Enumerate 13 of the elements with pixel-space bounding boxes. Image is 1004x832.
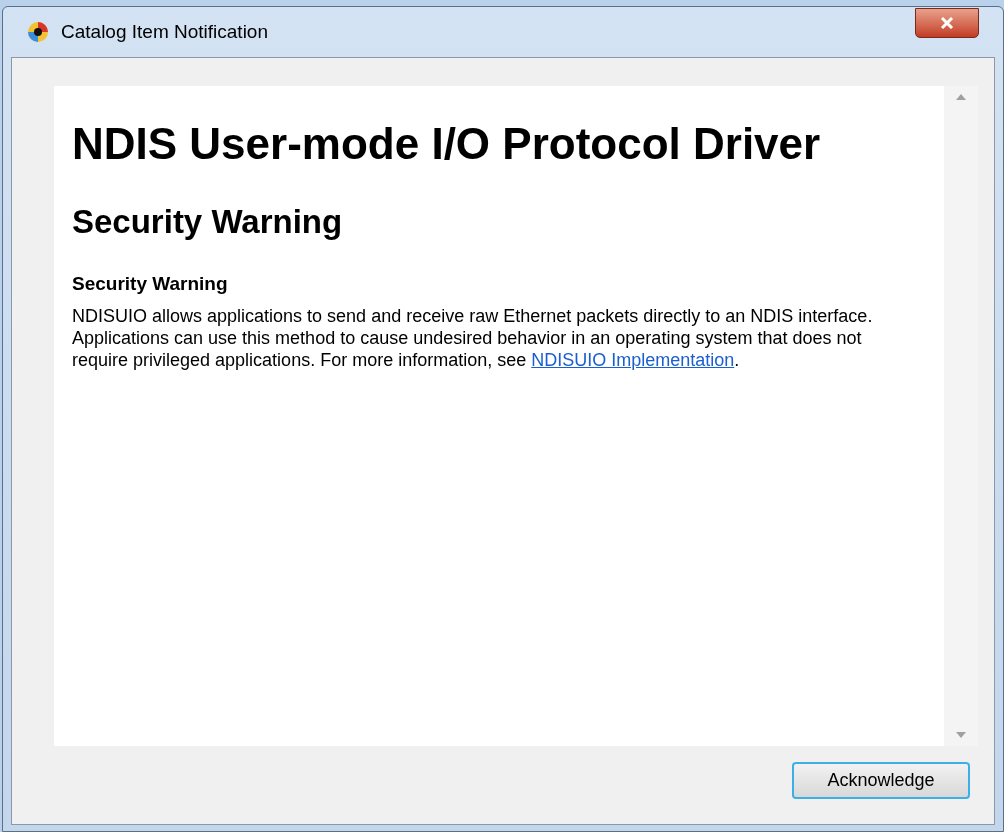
section-heading: Security Warning bbox=[72, 201, 344, 242]
scroll-down-icon[interactable] bbox=[956, 732, 966, 738]
close-icon bbox=[940, 17, 954, 29]
app-icon bbox=[27, 21, 49, 43]
warning-paragraph: NDISUIO allows applications to send and receive raw Ethernet packets directly to an NDIS interface. Applications can use this method to cause undesired behavior in an operating system that does not require privileged applications. For more information, see NDISUIO Implementation. bbox=[72, 304, 874, 371]
close-button[interactable] bbox=[915, 8, 979, 38]
window-title: Catalog Item Notification bbox=[61, 19, 268, 44]
page-heading: NDIS User-mode I/O Protocol Driver bbox=[72, 118, 822, 170]
scroll-up-icon[interactable] bbox=[956, 94, 966, 100]
implementation-link[interactable]: NDISUIO Implementation bbox=[531, 349, 735, 370]
acknowledge-button[interactable]: Acknowledge bbox=[792, 762, 970, 799]
warning-title: Security Warning bbox=[72, 272, 229, 297]
scrollbar[interactable] bbox=[944, 86, 978, 746]
